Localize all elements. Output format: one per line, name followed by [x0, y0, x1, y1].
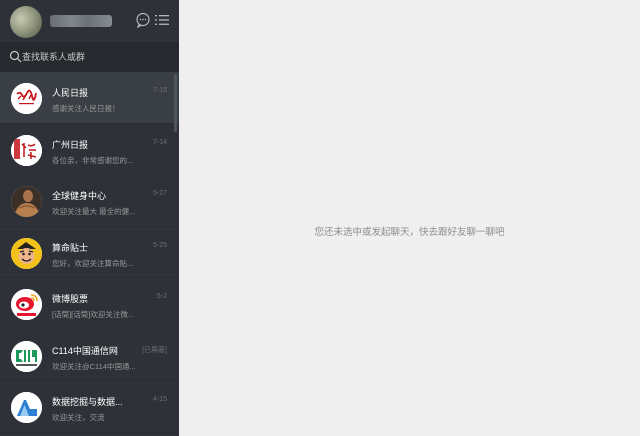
- chat-item-data-mining[interactable]: 数据挖掘与数据... 欢迎关注，交流 4-15: [0, 381, 179, 433]
- chat-name: 算命贴士: [52, 242, 89, 253]
- fortune-avatar: [11, 237, 42, 269]
- username-blurred: [50, 15, 112, 27]
- user-avatar[interactable]: [10, 6, 42, 38]
- data-mining-avatar: [11, 392, 42, 423]
- chat-name: C114中国通信网: [52, 345, 118, 356]
- chat-time: [已屏蔽]: [142, 346, 167, 354]
- sidebar-header: [0, 0, 179, 42]
- chat-name: 全球健身中心: [52, 191, 107, 201]
- chat-item-c114[interactable]: C114中国通信网 欢迎关注@C114中国通... [已屏蔽]: [0, 330, 179, 381]
- chat-time: 5-2: [156, 293, 167, 300]
- chat-preview: 各位亲，非常感谢您的...: [52, 155, 134, 165]
- chat-item-guangzhou-daily[interactable]: 广州日报 各位亲，非常感谢您的... 7-14: [0, 124, 179, 175]
- chat-item-weibo-stock[interactable]: 微博股票 [话筒][话筒]欢迎关注微... 5-2: [0, 278, 179, 330]
- chat-time: 5-27: [152, 190, 167, 197]
- chat-preview: 您好，欢迎关注算命贴...: [52, 258, 134, 268]
- search-icon: [9, 50, 22, 63]
- chat-list: 人民日报 感谢关注人民日报！ 7-15 广州日报 各位亲，非常感谢您的... 7…: [0, 72, 179, 433]
- chat-list-scrollbar[interactable]: [174, 74, 177, 132]
- chat-preview: 欢迎关注最大 最全的健...: [52, 207, 136, 216]
- chat-preview: 欢迎关注@C114中国通...: [52, 361, 136, 371]
- chat-sidebar: 人民日报 感谢关注人民日报！ 7-15 广州日报 各位亲，非常感谢您的... 7…: [0, 0, 179, 436]
- chat-name: 广州日报: [52, 139, 89, 150]
- chat-time: 5-25: [152, 241, 167, 249]
- chat-preview: [话筒][话筒]欢迎关注微...: [52, 310, 135, 319]
- chat-preview: 感谢关注人民日报！: [52, 104, 120, 113]
- search-input[interactable]: [22, 42, 172, 72]
- chat-item-fortune[interactable]: 算命贴士 您好，欢迎关注算命贴... 5-25: [0, 227, 179, 278]
- weibo-stock-avatar: [11, 289, 42, 320]
- chat-main-panel: 您还未选中或发起聊天，快去跟好友聊一聊吧: [179, 0, 640, 436]
- guangzhou-daily-avatar: [11, 134, 42, 166]
- chat-item-fitness[interactable]: 全球健身中心 欢迎关注最大 最全的健... 5-27: [0, 175, 179, 227]
- search-bar: [0, 42, 179, 72]
- chat-name: 人民日报: [52, 88, 89, 98]
- chat-bubble-icon[interactable]: [135, 12, 151, 28]
- chat-time: 7-14: [152, 138, 167, 146]
- people-daily-avatar: [11, 83, 42, 114]
- fitness-avatar: [11, 186, 42, 217]
- c114-avatar: [11, 340, 42, 372]
- chat-preview: 欢迎关注，交流: [52, 413, 105, 422]
- chat-name: 微博股票: [52, 294, 89, 304]
- chat-time: 4-15: [152, 396, 167, 403]
- chat-name: 数据挖掘与数据...: [52, 397, 123, 407]
- menu-icon[interactable]: [154, 12, 170, 28]
- chat-item-people-daily[interactable]: 人民日报 感谢关注人民日报！ 7-15: [0, 72, 179, 124]
- empty-chat-tip: 您还未选中或发起聊天，快去跟好友聊一聊吧: [314, 227, 505, 238]
- chat-time: 7-15: [152, 87, 167, 94]
